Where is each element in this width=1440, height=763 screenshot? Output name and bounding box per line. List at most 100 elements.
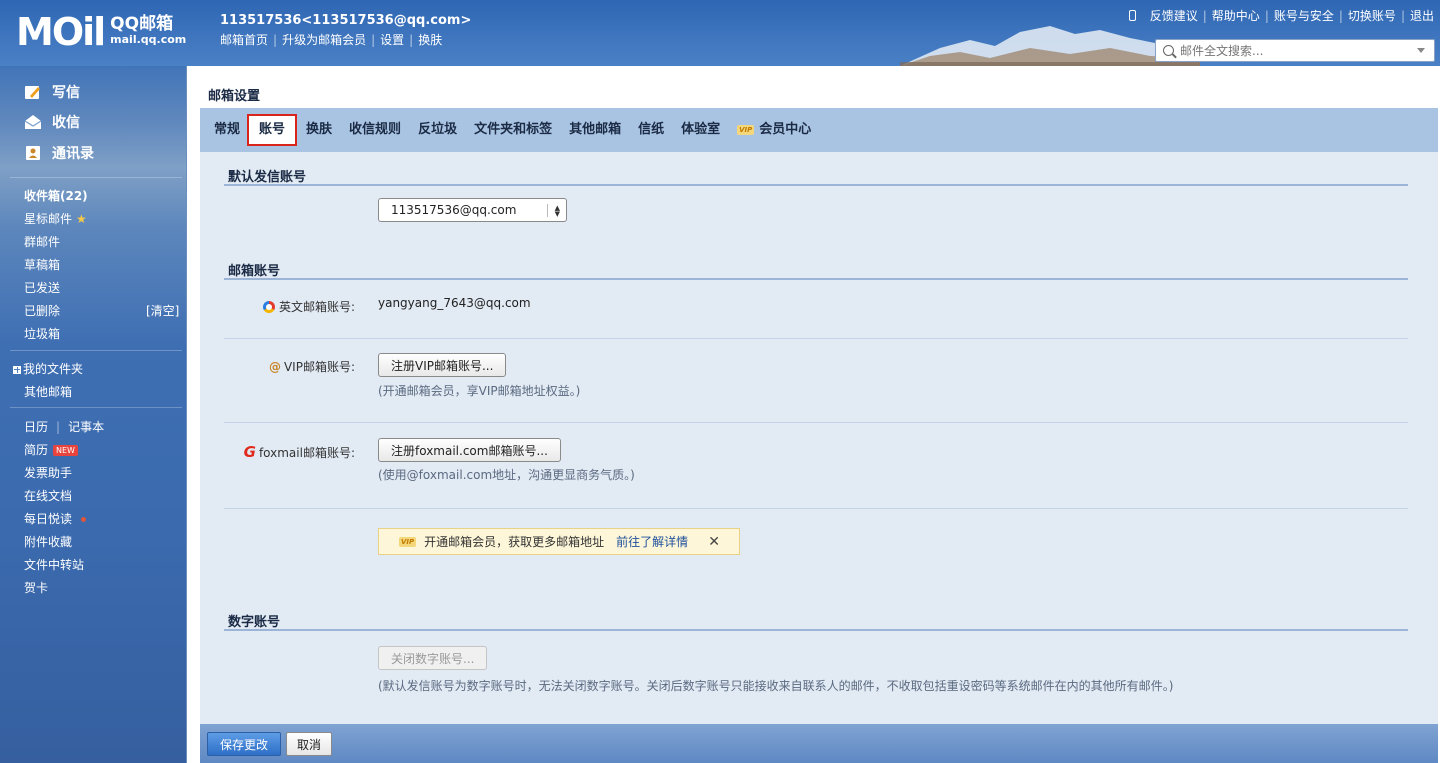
empty-trash-link[interactable]: [清空] xyxy=(146,302,179,319)
qq-mail-logo[interactable]: MOil QQ邮箱 mail.qq.com xyxy=(16,12,186,52)
header-bar: MOil QQ邮箱 mail.qq.com 113517536<11351753… xyxy=(0,0,1440,66)
search-options-chevron-icon[interactable] xyxy=(1417,48,1425,53)
section-divider xyxy=(224,278,1408,280)
section-divider xyxy=(224,629,1408,631)
cancel-button[interactable]: 取消 xyxy=(286,732,333,756)
row-divider xyxy=(224,422,1408,423)
envelope-icon xyxy=(24,115,42,129)
sidebar-divider xyxy=(10,177,182,178)
sidebar-item-daily-reading[interactable]: 每日悦读 xyxy=(24,510,87,527)
tab-account[interactable]: 账号 xyxy=(247,114,298,146)
account-address: 113517536<113517536@qq.com> xyxy=(220,13,472,28)
sidebar-item-file-transfer[interactable]: 文件中转站 xyxy=(24,556,84,573)
link-upgrade-member[interactable]: 升级为邮箱会员 xyxy=(282,33,366,47)
section-divider xyxy=(224,184,1408,186)
sidebar-divider xyxy=(10,350,182,351)
sidebar-item-greeting-cards[interactable]: 贺卡 xyxy=(24,579,48,596)
action-bar: 保存更改 取消 xyxy=(200,724,1438,763)
vip-at-icon: @ xyxy=(268,359,281,374)
sidebar-item-calendar[interactable]: 日历 xyxy=(24,420,48,434)
foxmail-hint: (使用@foxmail.com地址，沟通更显商务气质。) xyxy=(378,468,635,482)
sidebar-item-sent[interactable]: 已发送 xyxy=(24,279,60,296)
starred-label: 星标邮件 xyxy=(24,212,73,226)
vip-icon: VIP xyxy=(399,536,417,547)
sidebar-divider xyxy=(10,407,182,408)
close-icon[interactable]: ✕ xyxy=(708,534,720,550)
sidebar-item-my-folders[interactable]: 我的文件夹 xyxy=(13,360,83,377)
settings-tabs: 常规 账号 换肤 收信规则 反垃圾 文件夹和标签 其他邮箱 信纸 体验室 VIP… xyxy=(200,108,1438,152)
row-divider xyxy=(224,338,1408,339)
vip-hint: (开通邮箱会员，享VIP邮箱地址权益。) xyxy=(378,384,581,398)
sidebar-item-other-mail[interactable]: 其他邮箱 xyxy=(24,383,72,400)
search-input[interactable] xyxy=(1180,43,1417,58)
tab-skin[interactable]: 换肤 xyxy=(306,119,332,141)
link-feedback[interactable]: 反馈建议 xyxy=(1150,7,1198,24)
default-sender-value: 113517536@qq.com xyxy=(391,203,517,217)
sidebar-item-attachments[interactable]: 附件收藏 xyxy=(24,533,72,550)
pencil-icon xyxy=(25,86,40,99)
sidebar-item-online-docs[interactable]: 在线文档 xyxy=(24,487,72,504)
digital-account-hint: (默认发信账号为数字账号时，无法关闭数字账号。关闭后数字账号只能接收来自联系人的… xyxy=(378,679,1174,693)
vip-promo-banner: VIP 开通邮箱会员，获取更多邮箱地址 前往了解详情 ✕ xyxy=(378,528,740,555)
tab-folders-labels[interactable]: 文件夹和标签 xyxy=(474,119,552,141)
qq-logo-icon xyxy=(262,300,275,313)
tab-member-center[interactable]: VIP 会员中心 xyxy=(737,119,811,141)
sidebar-item-invoice-helper[interactable]: 发票助手 xyxy=(24,464,72,481)
section-title-digital-account: 数字账号 xyxy=(228,615,281,630)
tab-anti-spam[interactable]: 反垃圾 xyxy=(418,119,457,141)
expand-plus-icon[interactable] xyxy=(13,365,21,374)
link-help-center[interactable]: 帮助中心 xyxy=(1212,7,1260,24)
vip-icon: VIP xyxy=(737,124,755,135)
link-settings[interactable]: 设置 xyxy=(380,33,404,47)
mail-search-box[interactable] xyxy=(1155,39,1435,62)
vip-account-label-text: VIP邮箱账号: xyxy=(283,360,355,374)
account-settings-content: 默认发信账号 113517536@qq.com ▲ ▼ 邮箱账号 英文邮箱账号: … xyxy=(200,152,1438,724)
promo-details-link[interactable]: 前往了解详情 xyxy=(616,533,688,550)
link-logout[interactable]: 退出 xyxy=(1410,7,1434,24)
save-changes-button[interactable]: 保存更改 xyxy=(207,732,282,756)
sidebar: 写信 收信 通讯录 收件箱(22) 星标邮件 ★ 群邮件 草稿箱 已发送 已删除 … xyxy=(0,66,186,763)
receive-label: 收信 xyxy=(52,115,80,131)
logo-mark: MOil xyxy=(16,10,106,54)
tab-general[interactable]: 常规 xyxy=(214,119,240,141)
tab-other-mailbox[interactable]: 其他邮箱 xyxy=(569,119,621,141)
register-foxmail-button[interactable]: 注册foxmail.com邮箱账号... xyxy=(378,438,561,462)
link-skin[interactable]: 换肤 xyxy=(418,33,442,47)
promo-text: 开通邮箱会员，获取更多邮箱地址 xyxy=(424,535,605,549)
sidebar-item-group-mail[interactable]: 群邮件 xyxy=(24,233,60,250)
sidebar-item-drafts[interactable]: 草稿箱 xyxy=(24,256,60,273)
sidebar-item-spam[interactable]: 垃圾箱 xyxy=(24,325,60,342)
link-mail-home[interactable]: 邮箱首页 xyxy=(220,33,268,47)
unread-dot xyxy=(81,517,87,522)
link-account-security[interactable]: 账号与安全 xyxy=(1274,7,1334,24)
contacts-button[interactable]: 通讯录 xyxy=(24,143,94,163)
row-divider xyxy=(224,508,1408,509)
tab-receive-rules[interactable]: 收信规则 xyxy=(349,119,401,141)
select-arrows-icon: ▲ ▼ xyxy=(554,204,560,218)
foxmail-account-label: Gfoxmail邮箱账号: xyxy=(244,443,355,461)
sidebar-item-inbox[interactable]: 收件箱(22) xyxy=(24,187,88,204)
settings-panel: 邮箱设置 常规 账号 换肤 收信规则 反垃圾 文件夹和标签 其他邮箱 信纸 体验… xyxy=(186,66,1440,763)
foxmail-logo-icon: G xyxy=(243,443,256,461)
search-icon xyxy=(1163,45,1174,56)
foxmail-account-label-text: foxmail邮箱账号: xyxy=(258,445,355,460)
sidebar-item-starred[interactable]: 星标邮件 ★ xyxy=(24,210,87,227)
link-switch-account[interactable]: 切换账号 xyxy=(1348,7,1396,24)
section-title-mail-accounts: 邮箱账号 xyxy=(228,264,281,279)
tab-lab[interactable]: 体验室 xyxy=(681,119,720,141)
section-title-default-sender: 默认发信账号 xyxy=(228,170,307,185)
member-center-label: 会员中心 xyxy=(759,122,812,137)
mobile-icon[interactable] xyxy=(1128,10,1136,21)
register-vip-button[interactable]: 注册VIP邮箱账号... xyxy=(378,353,507,377)
compose-label: 写信 xyxy=(52,85,80,101)
page-title: 邮箱设置 xyxy=(208,89,261,104)
english-account-label: 英文邮箱账号: xyxy=(262,298,355,315)
receive-button[interactable]: 收信 xyxy=(24,112,80,132)
sidebar-item-resume[interactable]: 简历 NEW xyxy=(24,441,78,458)
sidebar-item-deleted[interactable]: 已删除 xyxy=(24,302,60,319)
close-digital-account-button[interactable]: 关闭数字账号... xyxy=(378,646,488,670)
compose-button[interactable]: 写信 xyxy=(24,82,80,102)
sidebar-item-notebook[interactable]: 记事本 xyxy=(68,420,104,434)
tab-stationery[interactable]: 信纸 xyxy=(638,119,664,141)
default-sender-select[interactable]: 113517536@qq.com ▲ ▼ xyxy=(378,198,567,222)
